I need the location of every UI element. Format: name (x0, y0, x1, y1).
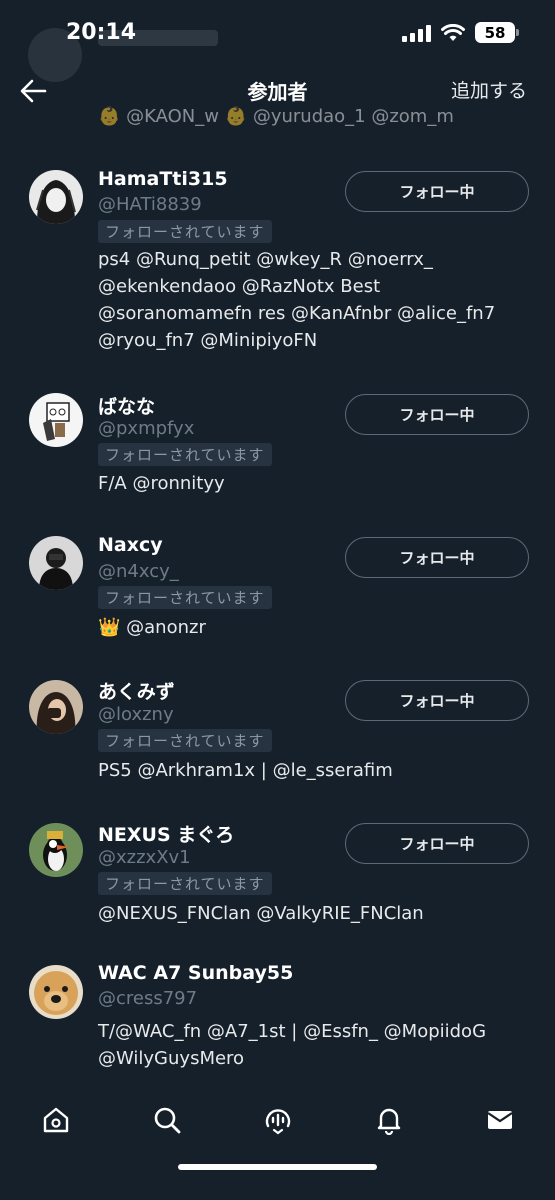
notifications-icon (377, 1108, 401, 1135)
tab-notifications[interactable] (367, 1098, 411, 1142)
user-bio: T/@WAC_fn @A7_1st | @Essfn_ @MopiidoG @W… (98, 1021, 487, 1069)
avatar[interactable] (29, 170, 83, 224)
tab-messages[interactable] (478, 1098, 522, 1142)
user-name: HamaTti315 (98, 168, 228, 190)
user-name: あくみず (98, 681, 175, 703)
avatar[interactable] (29, 965, 83, 1019)
wifi-icon (441, 23, 465, 41)
avatar[interactable] (29, 823, 83, 877)
user-handle: @cress797 (98, 988, 198, 1009)
tab-bar (0, 1090, 555, 1200)
avatar[interactable] (29, 536, 83, 590)
follows-you-badge: フォローされています (98, 220, 272, 243)
user-name: Naxcy (98, 534, 163, 556)
user-handle: @loxzny (98, 704, 174, 725)
user-handle: @pxmpfyx (98, 418, 195, 439)
user-handle: @xzzxXv1 (98, 847, 191, 868)
following-button[interactable]: フォロー中 (345, 680, 529, 721)
add-button[interactable]: 追加する (451, 76, 527, 103)
follows-you-badge: フォローされています (98, 443, 272, 466)
user-bio: F/A @ronnityy (98, 473, 225, 494)
status-time: 20:14 (66, 20, 137, 45)
user-bio: ps4 @Runq_petit @wkey_R @noerrx_ @ekenke… (98, 249, 496, 351)
status-icons: 58 (402, 22, 519, 43)
tab-spaces[interactable] (256, 1098, 300, 1142)
follows-you-badge: フォローされています (98, 586, 272, 609)
user-name: NEXUS まぐろ (98, 824, 235, 846)
user-name: WAC A7 Sunbay55 (98, 962, 294, 984)
tab-home[interactable] (34, 1098, 78, 1142)
follows-you-badge: フォローされています (98, 872, 272, 895)
messages-icon (487, 1111, 513, 1129)
follows-you-badge: フォローされています (98, 729, 272, 752)
following-button[interactable]: フォロー中 (345, 537, 529, 578)
search-icon (154, 1107, 181, 1134)
user-handle: @HATi8839 (98, 194, 202, 215)
following-button[interactable]: フォロー中 (345, 394, 529, 435)
following-button[interactable]: フォロー中 (345, 823, 529, 864)
user-handle: @n4xcy_ (98, 561, 179, 582)
signal-icon (402, 24, 431, 42)
avatar[interactable] (29, 393, 83, 447)
avatar[interactable] (29, 680, 83, 734)
battery-icon: 58 (475, 22, 519, 43)
user-bio: @NEXUS_FNClan @ValkyRIE_FNClan (98, 903, 424, 924)
following-button[interactable]: フォロー中 (345, 171, 529, 212)
home-icon (43, 1107, 69, 1133)
user-bio: PS5 @Arkhram1x | @le_sserafim (98, 760, 393, 781)
nav-bar: 参加者 追加する (0, 66, 555, 114)
user-name: ばなな (98, 396, 156, 418)
home-indicator (178, 1164, 377, 1170)
spaces-icon (265, 1109, 291, 1135)
tab-search[interactable] (145, 1098, 189, 1142)
user-bio: 👑 @anonzr (98, 617, 206, 638)
status-bar: 20:14 58 (0, 0, 555, 66)
